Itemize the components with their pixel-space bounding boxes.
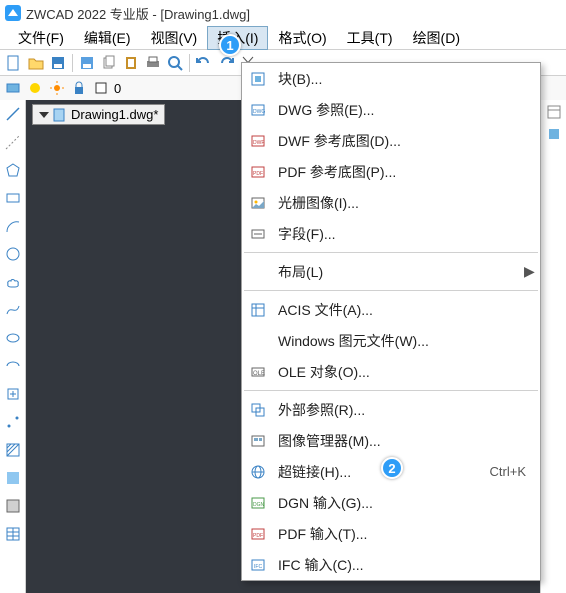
svg-text:PDF: PDF [253,533,263,539]
dgn-icon: DGN [248,493,268,513]
svg-text:DWG: DWG [253,109,265,115]
menu-item-acis[interactable]: ACIS 文件(A)... [242,294,540,325]
field-icon [248,224,268,244]
layer-color-icon[interactable] [92,79,110,97]
window-title: ZWCAD 2022 专业版 - [Drawing1.dwg] [26,4,250,23]
menu-item-field[interactable]: 字段(F)... [242,218,540,249]
pdf-icon: PDF [248,162,268,182]
polygon-icon[interactable] [3,160,23,180]
xref-icon [248,400,268,420]
rectangle-icon[interactable] [3,188,23,208]
acis-icon [248,300,268,320]
image-icon [248,193,268,213]
svg-text:DGN: DGN [253,502,265,508]
svg-text:DWF: DWF [253,140,264,146]
menu-item-block[interactable]: 块(B)... [242,63,540,94]
toolbar-separator [72,54,73,72]
ellipse-icon[interactable] [3,328,23,348]
menu-item-ole[interactable]: OLE OLE 对象(O)... [242,356,540,387]
menu-item-layout[interactable]: 布局(L) ▶ [242,256,540,287]
toolbar-separator [189,54,190,72]
title-bar: ZWCAD 2022 专业版 - [Drawing1.dwg] [0,0,566,26]
menu-item-ifc-import[interactable]: IFC IFC 输入(C)... [242,549,540,580]
draw-toolbar [0,100,26,593]
region-icon[interactable] [3,496,23,516]
svg-text:IFC: IFC [254,564,262,570]
ifc-icon: IFC [248,555,268,575]
menu-bar: 文件(F) 编辑(E) 视图(V) 插入(I) 格式(O) 工具(T) 绘图(D… [0,26,566,50]
open-icon[interactable] [26,53,46,73]
menu-item-raster-image[interactable]: 光栅图像(I)... [242,187,540,218]
hyperlink-icon [248,462,268,482]
dwg-icon: DWG [248,100,268,120]
block-icon [248,69,268,89]
document-tab-label: Drawing1.dwg* [71,107,158,122]
line-icon[interactable] [3,104,23,124]
menu-draw[interactable]: 绘图(D) [403,26,470,50]
file-icon [53,108,67,122]
insert-block-icon[interactable] [3,384,23,404]
menu-edit[interactable]: 编辑(E) [74,26,141,50]
menu-divider [244,290,538,291]
circle-icon[interactable] [3,244,23,264]
spline-icon[interactable] [3,300,23,320]
save-icon[interactable] [48,53,68,73]
revcloud-icon[interactable] [3,272,23,292]
layer-prop-icon[interactable] [4,79,22,97]
app-logo-icon [4,4,22,22]
menu-item-dwf-underlay[interactable]: DWF DWF 参考底图(D)... [242,125,540,156]
construction-line-icon[interactable] [3,132,23,152]
menu-item-pdf-import[interactable]: PDF PDF 输入(T)... [242,518,540,549]
submenu-arrow-icon: ▶ [524,263,534,280]
menu-view[interactable]: 视图(V) [141,26,208,50]
shortcut-label: Ctrl+K [490,464,526,479]
sun-icon[interactable] [48,79,66,97]
saveas-icon[interactable] [77,53,97,73]
menu-divider [244,252,538,253]
preview-icon[interactable] [165,53,185,73]
insert-menu-dropdown: 块(B)... DWG DWG 参照(E)... DWF DWF 参考底图(D)… [241,62,541,581]
copy-icon[interactable] [99,53,119,73]
point-icon[interactable] [3,412,23,432]
new-icon[interactable] [4,53,24,73]
hatch-icon[interactable] [3,440,23,460]
menu-format[interactable]: 格式(O) [268,26,336,50]
menu-item-wmf[interactable]: Windows 图元文件(W)... [242,325,540,356]
lock-icon[interactable] [70,79,88,97]
ellipse-arc-icon[interactable] [3,356,23,376]
menu-item-dwg-ref[interactable]: DWG DWG 参照(E)... [242,94,540,125]
layer-name[interactable]: 0 [114,81,121,96]
paste-icon[interactable] [121,53,141,73]
tool-icon[interactable] [546,126,562,142]
right-toolbar [540,100,566,593]
callout-2: 2 [381,457,403,479]
undo-icon[interactable] [194,53,214,73]
print-icon[interactable] [143,53,163,73]
menu-file[interactable]: 文件(F) [8,26,74,50]
document-tab[interactable]: Drawing1.dwg* [32,104,165,125]
menu-item-xref[interactable]: 外部参照(R)... [242,394,540,425]
pdf-import-icon: PDF [248,524,268,544]
ole-icon: OLE [248,362,268,382]
img-mgr-icon [248,431,268,451]
properties-icon[interactable] [546,104,562,120]
light-on-icon[interactable] [26,79,44,97]
menu-divider [244,390,538,391]
dwf-icon: DWF [248,131,268,151]
gradient-icon[interactable] [3,468,23,488]
menu-item-pdf-underlay[interactable]: PDF PDF 参考底图(P)... [242,156,540,187]
menu-item-image-manager[interactable]: 图像管理器(M)... [242,425,540,456]
svg-text:OLE: OLE [253,371,265,377]
menu-tool[interactable]: 工具(T) [337,26,403,50]
callout-1: 1 [219,34,241,56]
menu-item-dgn-import[interactable]: DGN DGN 输入(G)... [242,487,540,518]
table-icon[interactable] [3,524,23,544]
arc-icon[interactable] [3,216,23,236]
dropdown-triangle-icon [39,112,49,118]
svg-text:PDF: PDF [253,171,263,177]
